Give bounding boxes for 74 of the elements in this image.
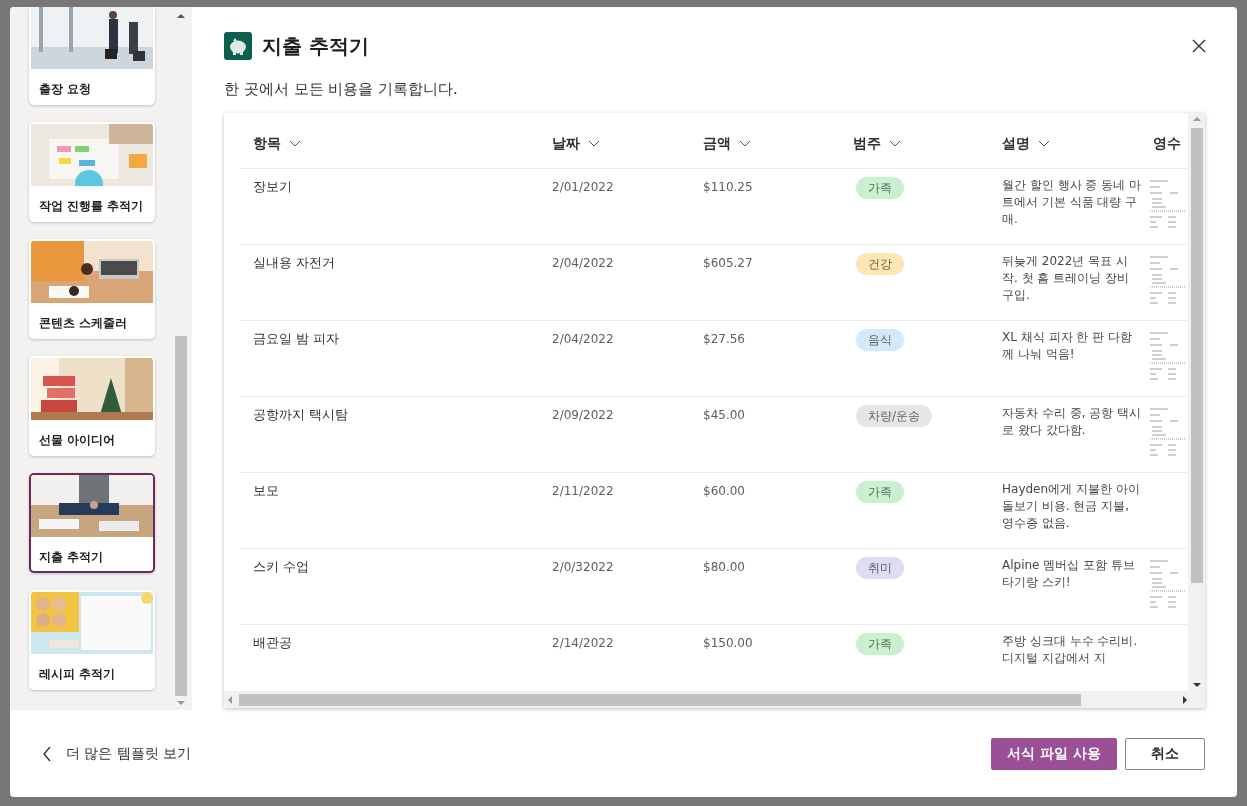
table-cell-text: 보모 [253,482,280,500]
scrollbar-thumb[interactable] [175,336,187,696]
template-name: 선물 아이디어 [38,432,117,449]
category-tag: 가족 [856,633,904,655]
chevron-down-icon[interactable] [588,140,600,148]
table-cell-text: Alpine 멤버십 포함 튜브타기랑 스키! [1002,557,1136,591]
table-cell-text: 자동차 수리 중, 공항 택시로 왔다 갔다함. [1002,405,1142,439]
category-tag: 음식 [856,329,904,351]
category-tag: 가족 [856,177,904,199]
template-name: 레시피 추적기 [38,666,117,683]
table-cell-text: XL 채식 피자 한 판 다함께 나눠 먹음! [1002,329,1133,363]
template-name: 콘텐츠 스케줄러 [38,315,129,332]
piggy-bank-icon [224,32,252,60]
table-cell-text: 실내용 자전거 [253,254,337,272]
template-card[interactable]: 지출 추적기 [29,473,155,573]
table-cell-text: 2/01/2022 [552,179,615,196]
vertical-scrollbar[interactable] [1188,113,1205,691]
chevron-down-icon[interactable] [739,140,751,148]
table-cell-text: 금요일 밤 피자 [253,330,341,348]
table-cell-text: Hayden에게 지불한 아이 돌보기 비용. 현금 지불, 영수증 없음. [1002,481,1141,532]
table-cell-text: 장보기 [253,178,293,196]
column-header[interactable]: 항목 [253,135,552,153]
column-header[interactable]: 금액 [703,135,853,153]
use-template-button[interactable]: 서식 파일 사용 [991,737,1117,770]
template-name: 출장 요청 [38,81,93,98]
table-cell-text: 공항까지 택시탐 [253,406,350,424]
back-link[interactable]: 더 많은 템플릿 보기 [42,744,192,763]
scroll-right-icon[interactable] [1182,695,1188,704]
template-card[interactable]: 출장 요청 [29,7,155,105]
table-cell-text: 2/04/2022 [552,331,615,348]
table-cell-text: $27.56 [703,331,746,348]
scroll-up-icon[interactable] [177,13,185,19]
close-button[interactable] [1191,38,1207,54]
table-cell-text: 2/09/2022 [552,407,615,424]
table-cell-text: 주방 싱크대 누수 수리비. 디지털 지갑에서 지 [1002,633,1139,667]
template-card[interactable]: 콘텐츠 스케줄러 [29,239,155,339]
category-tag: 취미 [856,557,904,579]
category-tag: 차량/운송 [856,405,933,427]
template-card[interactable]: 레시피 추적기 [29,590,155,690]
table-cell-text: 월간 할인 행사 중 동네 마트에서 기본 식품 대량 구매. [1002,177,1142,228]
dialog-title: 지출 추적기 [262,32,370,60]
horizontal-scrollbar[interactable] [224,691,1205,708]
column-header[interactable]: 범주 [853,135,1002,153]
template-name: 작업 진행률 추적기 [38,198,145,215]
category-tag: 가족 [856,481,904,503]
chevron-left-icon[interactable] [42,745,52,762]
chevron-down-icon[interactable] [1038,140,1050,148]
table-cell-text: 2/11/2022 [552,483,615,500]
table-cell-text: $45.00 [703,407,746,424]
table-cell-text: $110.25 [703,179,754,196]
table-cell-text: 배관공 [253,634,293,652]
table-cell-text: 2/0/32022 [552,559,615,576]
table-cell-text: $60.00 [703,483,746,500]
table-cell-text: $80.00 [703,559,746,576]
template-card[interactable]: 작업 진행률 추적기 [29,122,155,222]
chevron-down-icon[interactable] [289,140,301,148]
table-cell-text: 스키 수업 [253,558,311,576]
template-name: 지출 추적기 [38,549,105,566]
scrollbar-thumb[interactable] [239,693,1081,706]
dialog-subtitle: 한 곳에서 모든 비용을 기록합니다. [224,80,459,99]
table-cell-text: $605.27 [703,255,754,272]
column-header[interactable]: 날짜 [552,135,703,153]
table-cell-text: 2/14/2022 [552,635,615,652]
table-cell-text: 뒤늦게 2022년 목표 시작. 첫 홈 트레이닝 장비 구입. [1002,253,1131,304]
table-cell-text: 2/04/2022 [552,255,615,272]
table-cell-text: $150.00 [703,635,754,652]
column-header[interactable]: 영수 [1153,135,1188,153]
template-card[interactable]: 선물 아이디어 [29,356,155,456]
cancel-button[interactable]: 취소 [1125,737,1205,770]
chevron-down-icon[interactable] [889,140,901,148]
column-header[interactable]: 설명 [1002,135,1153,153]
scroll-down-icon[interactable] [1192,682,1201,688]
scrollbar-thumb[interactable] [1190,128,1203,583]
category-tag: 건강 [856,253,904,275]
